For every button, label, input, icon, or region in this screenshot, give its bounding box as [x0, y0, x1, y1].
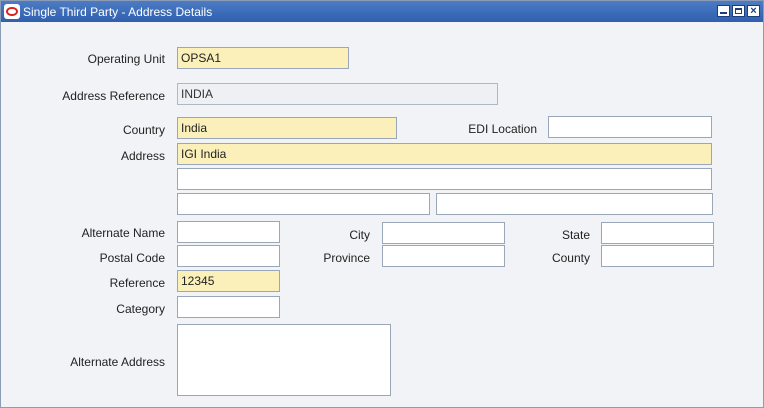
- window-title: Single Third Party - Address Details: [23, 5, 213, 19]
- country-label: Country: [122, 123, 165, 137]
- country-field[interactable]: India: [177, 117, 397, 139]
- city-label: City: [349, 228, 370, 242]
- county-field[interactable]: [601, 245, 714, 267]
- province-field[interactable]: [382, 245, 505, 267]
- address-details-window: Single Third Party - Address Details × O…: [0, 0, 764, 408]
- oracle-app-icon: [4, 4, 20, 19]
- alternate-name-field[interactable]: [177, 221, 280, 243]
- address-line1-field[interactable]: IGI India: [177, 143, 712, 165]
- postal-code-field[interactable]: [177, 245, 280, 267]
- state-label: State: [561, 228, 590, 242]
- operating-unit-label: Operating Unit: [87, 52, 165, 66]
- address-line3a-field[interactable]: [177, 193, 430, 215]
- alternate-address-label: Alternate Address: [70, 355, 165, 369]
- alternate-name-label: Alternate Name: [81, 226, 165, 240]
- city-field[interactable]: [382, 222, 505, 244]
- category-label: Category: [116, 302, 165, 316]
- maximize-button[interactable]: [732, 5, 745, 17]
- address-reference-field[interactable]: INDIA: [177, 83, 498, 105]
- state-field[interactable]: [601, 222, 714, 244]
- reference-label: Reference: [109, 276, 165, 290]
- alternate-address-textarea[interactable]: [177, 324, 391, 396]
- edi-location-field[interactable]: [548, 116, 712, 138]
- close-button[interactable]: ×: [747, 5, 760, 17]
- operating-unit-field[interactable]: OPSA1: [177, 47, 349, 69]
- postal-code-label: Postal Code: [99, 251, 165, 265]
- address-line2-field[interactable]: [177, 168, 712, 190]
- minimize-button[interactable]: [717, 5, 730, 17]
- province-label: Province: [323, 251, 370, 265]
- address-label: Address: [120, 149, 165, 163]
- category-field[interactable]: [177, 296, 280, 318]
- address-reference-label: Address Reference: [62, 89, 165, 103]
- address-line3b-field[interactable]: [436, 193, 713, 215]
- reference-field[interactable]: 12345: [177, 270, 280, 292]
- county-label: County: [551, 251, 590, 265]
- edi-location-label: EDI Location: [468, 122, 537, 136]
- title-bar[interactable]: Single Third Party - Address Details ×: [1, 1, 763, 22]
